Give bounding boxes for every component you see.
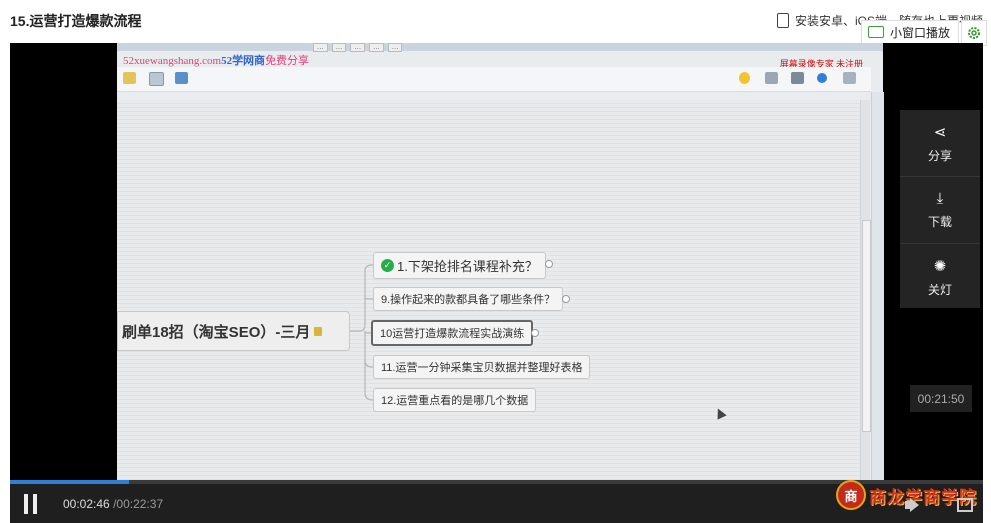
node-label: 12.运营重点看的是哪几个数据 (381, 395, 529, 407)
page-title: 15.运营打造爆款流程 (10, 13, 142, 29)
node-label: 1.下架抢排名课程补充？ (397, 259, 538, 274)
node-label: 10运营打造爆款流程实战演练 (380, 328, 525, 340)
share-label: 分享 (927, 148, 952, 163)
note-icon (314, 326, 323, 336)
lights-off-label: 关灯 (927, 282, 952, 297)
video-frame[interactable]: ... ... ... ... ... 52xuewangshang.com52… (117, 43, 884, 523)
volume-icon[interactable] (905, 498, 923, 512)
tv-icon (867, 26, 884, 38)
share-icon: ⋖ (933, 123, 947, 141)
share-button[interactable]: ⋖ 分享 (900, 110, 980, 177)
hover-time-tooltip: 00:21:50 (910, 385, 972, 412)
duration: 00:22:37 (116, 497, 164, 511)
mindmap-node[interactable]: 11.运营一分钟采集宝贝数据并整理好表格 (373, 355, 591, 379)
gear-icon (968, 27, 980, 39)
node-label: 11.运营一分钟采集宝贝数据并整理好表格 (381, 362, 583, 374)
mindmap-node-selected[interactable]: 10运营打造爆款流程实战演练 (371, 320, 540, 346)
mindmap-connectors (350, 264, 374, 401)
mindmap-node[interactable]: ✓ 1.下架抢排名课程补充？ (373, 252, 553, 279)
phone-icon (776, 13, 789, 28)
top-bar: 15.运营打造爆款流程 安装安卓、iOS端，随存也上更视频 小窗口播放 (0, 0, 991, 46)
video-player[interactable]: ... ... ... ... ... 52xuewangshang.com52… (10, 43, 983, 523)
player-controls: 00:02:46 /00:22:37 商 商龙学商学院 (10, 480, 983, 523)
mini-player-label: 小窗口播放 (889, 25, 950, 40)
expand-icon[interactable] (544, 260, 553, 268)
pause-button[interactable] (22, 494, 40, 514)
time-display: 00:02:46 /00:22:37 (63, 497, 163, 511)
lights-off-button[interactable]: ✺ 关灯 (900, 244, 980, 310)
fullscreen-icon[interactable] (957, 498, 973, 512)
check-icon: ✓ (381, 259, 394, 272)
mindmap-root-node[interactable]: 刷单18招（淘宝SEO）-三月 (117, 311, 350, 351)
side-action-panel: ⋖ 分享 ⤓ 下载 ✺ 关灯 (900, 110, 980, 308)
mindmap-node[interactable]: 12.运营重点看的是哪几个数据 (373, 388, 537, 412)
download-label: 下载 (927, 215, 952, 229)
mini-player-button[interactable]: 小窗口播放 (860, 20, 959, 44)
download-icon: ⤓ (936, 190, 944, 207)
node-label: 9.操作起来的款都具备了哪些条件？ (381, 294, 556, 306)
mindmap-node[interactable]: 9.操作起来的款都具备了哪些条件？ (373, 287, 571, 311)
download-button[interactable]: ⤓ 下载 (900, 177, 980, 244)
logo-mark: 商 (836, 480, 866, 510)
current-time: 00:02:46 (63, 497, 110, 511)
lightbulb-icon: ✺ (933, 257, 947, 275)
root-node-label: 刷单18招（淘宝SEO）-三月 (122, 323, 311, 341)
